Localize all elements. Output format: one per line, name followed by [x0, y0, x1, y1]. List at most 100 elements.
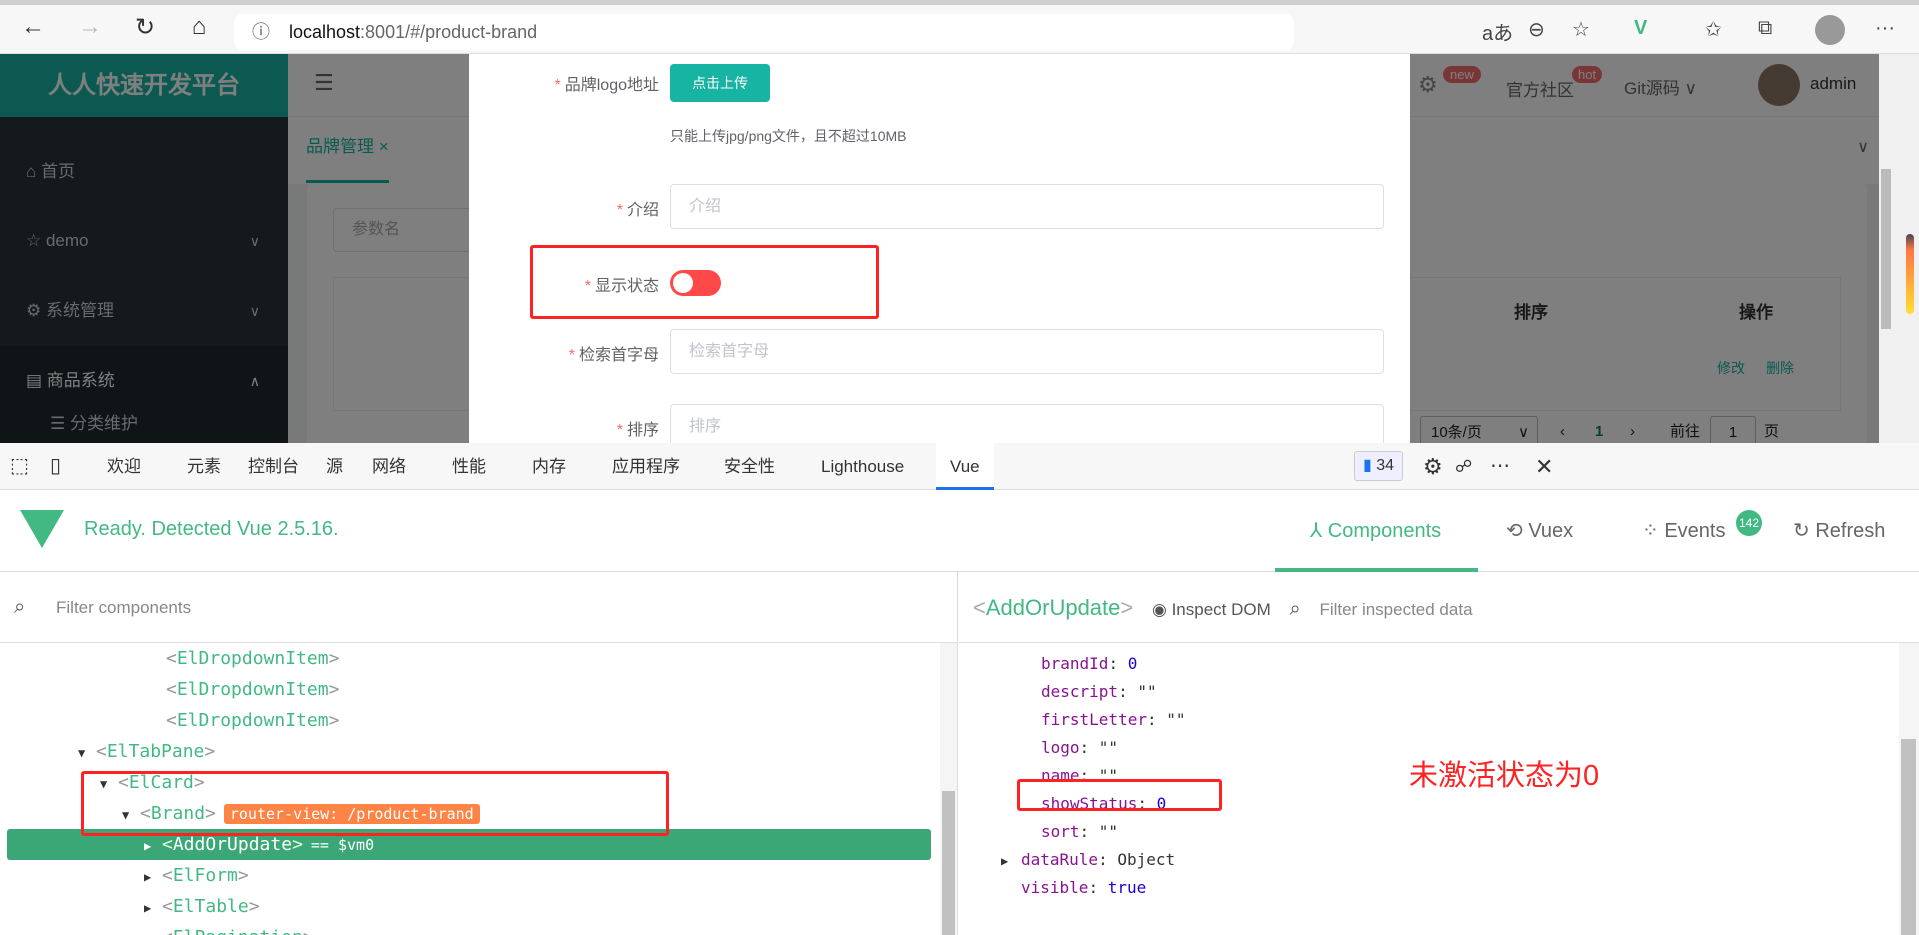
expand-arrow-icon[interactable]: ▼: [78, 738, 96, 769]
filter-data-input[interactable]: Filter inspected data: [1319, 600, 1472, 619]
logo-label: * 品牌logo地址: [554, 77, 660, 94]
back-icon[interactable]: ←: [18, 13, 48, 41]
tab-vue[interactable]: Vue: [936, 443, 994, 490]
more-icon[interactable]: ⋯: [1490, 443, 1510, 490]
tab-label: Refresh: [1815, 520, 1886, 542]
prop-row[interactable]: sort: "": [959, 818, 1859, 846]
settings-icon[interactable]: ⚙: [1423, 443, 1443, 490]
close-icon[interactable]: ✕: [1535, 443, 1553, 490]
tree-row[interactable]: ▶<ElPagination>: [0, 922, 940, 935]
scrollbar-thumb[interactable]: [1881, 169, 1891, 329]
scrollbar-thumb[interactable]: [1901, 739, 1916, 935]
url-host: localhost: [289, 22, 361, 42]
zoom-out-icon[interactable]: ⊖: [1528, 17, 1545, 42]
upload-hint: 只能上传jpg/png文件，且不超过10MB: [670, 128, 907, 144]
address-bar[interactable]: ⓘ localhost:8001/#/product-brand: [234, 14, 1294, 50]
refresh-icon: ↻: [1793, 520, 1810, 542]
tab-console[interactable]: 控制台: [248, 443, 299, 490]
feedback-icon[interactable]: ☍: [1455, 443, 1472, 490]
collections-icon[interactable]: ⧉: [1758, 17, 1772, 40]
inspect-dom-button[interactable]: ◉ Inspect DOM: [1152, 600, 1271, 619]
page-scrollbar[interactable]: [1879, 54, 1919, 443]
tree-row[interactable]: <ElDropdownItem>: [0, 643, 940, 674]
expand-arrow-icon[interactable]: ▶: [144, 924, 162, 935]
inspector-scrollbar[interactable]: [1899, 643, 1919, 935]
tab-vuex[interactable]: ⟲ Vuex: [1506, 490, 1573, 572]
sort-input[interactable]: 排序: [670, 404, 1384, 443]
component-name: ElPagination: [173, 927, 303, 935]
prop-row[interactable]: visible: true: [959, 874, 1859, 902]
add-favorite-icon[interactable]: ☆: [1572, 17, 1590, 42]
tab-security[interactable]: 安全性: [724, 443, 775, 490]
vue-devtools-icon[interactable]: V: [1634, 17, 1647, 40]
inspector-pane: <AddOrUpdate> ◉ Inspect DOM ⌕ Filter ins…: [959, 572, 1919, 935]
search-icon: ⌕: [1289, 598, 1301, 620]
web-page: 人人快速开发平台 ⌂ 首页 ☆ demo∨ ⚙ 系统管理∨ ▤ 商品系统∧ ☰ …: [0, 54, 1879, 443]
tab-memory[interactable]: 内存: [532, 443, 566, 490]
annotation-text: 未激活状态为0: [1409, 760, 1600, 792]
vm-ref: == $vm0: [310, 836, 375, 854]
components-icon: ⅄: [1310, 520, 1323, 542]
first-letter-input[interactable]: 检索首字母: [670, 329, 1384, 374]
issues-button[interactable]: ▮ 34: [1354, 451, 1404, 481]
upload-button[interactable]: 点击上传: [670, 64, 770, 102]
tab-label: Events: [1664, 520, 1726, 542]
tab-sources[interactable]: 源: [326, 443, 343, 490]
tab-elements[interactable]: 元素: [187, 443, 221, 490]
read-aloud-icon[interactable]: aあ: [1482, 17, 1513, 46]
tree-row[interactable]: ▶ <ElTable>: [0, 891, 940, 922]
scrollbar-thumb[interactable]: [942, 791, 955, 935]
tree-row[interactable]: <ElDropdownItem>: [0, 674, 940, 705]
component-name: AddOrUpdate: [985, 595, 1121, 620]
info-icon[interactable]: ⓘ: [252, 14, 270, 50]
device-icon[interactable]: ▯: [50, 443, 61, 490]
home-icon[interactable]: ⌂: [184, 13, 214, 41]
vue-status: Ready. Detected Vue 2.5.16.: [84, 518, 339, 540]
label-text: 检索首字母: [578, 347, 659, 364]
more-icon[interactable]: ···: [1875, 17, 1895, 40]
prop-row[interactable]: descript: "": [959, 678, 1859, 706]
component-tree: <ElDropdownItem> <ElDropdownItem> <ElDropd…: [0, 643, 940, 935]
refresh-button[interactable]: ↻ Refresh: [1793, 490, 1885, 572]
expand-arrow-icon[interactable]: ▶: [144, 893, 162, 924]
label-text: 品牌logo地址: [564, 77, 659, 94]
scroll-indicator: [1906, 234, 1914, 314]
inspect-icon[interactable]: ⬚: [10, 443, 29, 490]
issues-count: 34: [1376, 457, 1395, 474]
prop-key: brandId: [1041, 654, 1109, 673]
browser-toolbar: ← → ↻ ⌂ ⓘ localhost:8001/#/product-brand…: [0, 5, 1919, 54]
prop-row[interactable]: brandId: 0: [959, 650, 1859, 678]
refresh-icon[interactable]: ↻: [130, 13, 160, 42]
prop-key: sort: [1041, 822, 1080, 841]
tab-performance[interactable]: 性能: [452, 443, 486, 490]
prop-key: dataRule: [1021, 850, 1099, 869]
tree-scrollbar[interactable]: [940, 643, 957, 935]
expand-arrow-icon[interactable]: ▶: [1001, 847, 1021, 875]
tree-row[interactable]: <ElDropdownItem>: [0, 705, 940, 736]
tree-row[interactable]: ▼ <ElTabPane>: [0, 736, 940, 767]
tab-application[interactable]: 应用程序: [612, 443, 680, 490]
eye-icon: ◉: [1151, 600, 1167, 619]
prop-row[interactable]: firstLetter: "": [959, 706, 1859, 734]
inspect-dom-label: Inspect DOM: [1171, 600, 1271, 619]
filter-components-input[interactable]: ⌕ Filter components: [0, 572, 957, 643]
descript-input[interactable]: 介绍: [670, 184, 1384, 229]
tab-welcome[interactable]: 欢迎: [107, 443, 141, 490]
prop-value: 0: [1127, 654, 1138, 673]
tab-network[interactable]: 网络: [372, 443, 406, 490]
search-icon: ⌕: [14, 596, 26, 618]
history-icon: ⟲: [1506, 520, 1523, 542]
tab-events[interactable]: ⁘ Events: [1642, 490, 1725, 572]
expand-arrow-icon[interactable]: ▶: [144, 862, 162, 893]
highlight-box: [530, 245, 879, 319]
profile-icon[interactable]: [1815, 15, 1845, 45]
component-name: ElTable: [172, 896, 249, 917]
tab-label: Components: [1327, 520, 1442, 542]
forward-icon[interactable]: →: [75, 13, 105, 41]
component-name: ElTabPane: [106, 741, 205, 762]
tab-lighthouse[interactable]: Lighthouse: [821, 443, 904, 490]
prop-row[interactable]: ▶ dataRule: Object: [959, 846, 1859, 874]
tree-row[interactable]: ▶ <ElForm>: [0, 860, 940, 891]
tab-components[interactable]: ⅄ Components: [1275, 490, 1478, 572]
favorites-icon[interactable]: ✩: [1705, 17, 1722, 42]
